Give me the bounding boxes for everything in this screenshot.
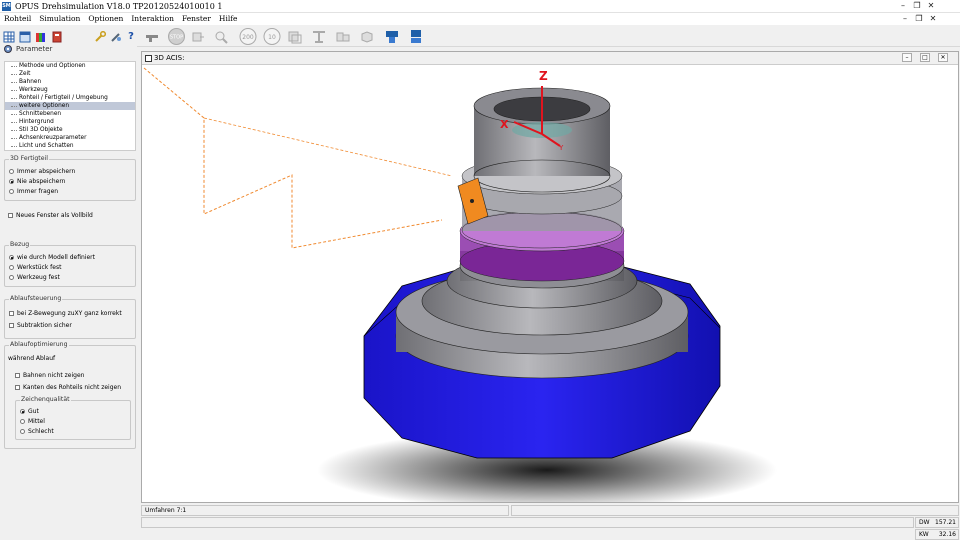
stop-button[interactable]: STOP: [167, 28, 185, 45]
axis-label-x: X: [500, 118, 509, 131]
status-empty: [511, 505, 959, 516]
axis-label-y: Y: [558, 144, 564, 152]
radio-modell[interactable]: wie durch Modell definiert: [9, 254, 95, 261]
minimize-icon[interactable]: –: [896, 0, 910, 11]
viewport-titlebar: 3D ACIS: – □ ✕: [142, 52, 958, 65]
checkbox-subtraktion[interactable]: Subtraktion sicher: [9, 322, 72, 329]
mdi-restore-icon[interactable]: ❐: [912, 13, 926, 24]
tool-path-2: [203, 117, 453, 177]
axis-label-z: Z: [539, 69, 548, 83]
machine-export-icon[interactable]: [407, 28, 425, 45]
menu-interaktion[interactable]: Interaktion: [127, 13, 178, 25]
zoom-icon[interactable]: [213, 28, 229, 45]
tree-item-zeit[interactable]: Zeit: [5, 70, 135, 78]
group-title: Ablaufsteuerung: [9, 295, 63, 302]
speed-200-label: 200: [242, 34, 254, 41]
panel-header: Parameter: [0, 43, 137, 55]
restore-icon[interactable]: ❐: [910, 0, 924, 11]
tool-path: [143, 67, 443, 249]
group-zeichenqualitaet: Zeichenqualität Gut Mittel Schlecht: [15, 396, 131, 440]
subtitle-waehrend-ablauf: während Ablauf: [8, 355, 56, 362]
radio-gut[interactable]: Gut: [20, 408, 39, 415]
pistol-icon[interactable]: [144, 28, 162, 45]
tree-item-achsenkreuz[interactable]: Achsenkreuzparameter: [5, 134, 135, 142]
close-icon[interactable]: ✕: [924, 0, 938, 11]
speed-200-button[interactable]: 200: [238, 28, 258, 45]
menu-optionen[interactable]: Optionen: [84, 13, 127, 25]
parameter-panel: Parameter Methode und Optionen Zeit Bahn…: [0, 43, 137, 540]
window-title: OPUS Drehsimulation V18.0 TP201205240100…: [15, 2, 223, 11]
kw-readout: KW 32.16: [915, 529, 959, 540]
view-iso-icon[interactable]: [358, 28, 376, 45]
vp-close-icon[interactable]: ✕: [938, 53, 948, 62]
group-ablaufsteuerung: Ablaufsteuerung bei Z-Bewegung zuXY ganz…: [4, 295, 136, 339]
radio-nie-abspeichern[interactable]: Nie abspeichern: [9, 178, 66, 185]
radio-werkstueck[interactable]: Werkstück fest: [9, 264, 61, 271]
dw-readout: DW 157.21: [915, 517, 959, 528]
tree-item-rohteil[interactable]: Rohteil / Fertigteil / Umgebung: [5, 94, 135, 102]
tree-item-stil[interactable]: Stil 3D Objekte: [5, 126, 135, 134]
view-top-icon[interactable]: [310, 28, 328, 45]
tree-item-bahnen[interactable]: Bahnen: [5, 78, 135, 86]
title-bar: SM OPUS Drehsimulation V18.0 TP201205240…: [0, 0, 960, 13]
tree-item-weitere-optionen[interactable]: weitere Optionen: [5, 102, 135, 110]
step-icon[interactable]: [190, 28, 206, 45]
group-title: Ablaufoptimierung: [9, 341, 69, 348]
group-title: Bezug: [9, 241, 31, 248]
checkbox-z-bewegung[interactable]: bei Z-Bewegung zuXY ganz korrekt: [9, 310, 122, 317]
toolbar: ? STOP 200 10: [0, 25, 960, 47]
stop-label: STOP: [169, 35, 182, 41]
menu-bar: Rohteil Simulation Optionen Interaktion …: [0, 13, 960, 25]
view-side-icon[interactable]: [334, 28, 352, 45]
machine-icon[interactable]: [383, 28, 401, 45]
menu-hilfe[interactable]: Hilfe: [215, 13, 242, 25]
parameter-tree: Methode und Optionen Zeit Bahnen Werkzeu…: [4, 61, 136, 151]
group-3d-fertigteil: 3D Fertigteil Immer abspeichern Nie absp…: [4, 155, 136, 201]
radio-schlecht[interactable]: Schlecht: [20, 428, 54, 435]
panel-title: Parameter: [16, 45, 53, 53]
window-icon: [145, 55, 152, 62]
viewport-title: 3D ACIS:: [154, 54, 185, 62]
kw-value: 32.16: [938, 531, 956, 538]
status-bar-row2: [141, 517, 914, 528]
view-front-icon[interactable]: [286, 28, 304, 45]
menu-rohteil[interactable]: Rohteil: [0, 13, 35, 25]
viewport-window: 3D ACIS: – □ ✕ Z X Y: [141, 51, 959, 503]
checkbox-bahnen-nicht-zeigen[interactable]: Bahnen nicht zeigen: [15, 372, 84, 379]
group-title: Zeichenqualität: [20, 396, 71, 403]
speed-10-label: 10: [268, 34, 276, 41]
vp-restore-icon[interactable]: □: [920, 53, 930, 62]
radio-mittel[interactable]: Mittel: [20, 418, 45, 425]
checkbox-vollbild[interactable]: Neues Fenster als Vollbild: [8, 212, 93, 219]
vp-minimize-icon[interactable]: –: [902, 53, 912, 62]
tree-item-licht[interactable]: Licht und Schatten: [5, 142, 135, 150]
menu-fenster[interactable]: Fenster: [178, 13, 215, 25]
status-message: Umfahren 7:1: [141, 505, 509, 516]
radio-werkzeug[interactable]: Werkzeug fest: [9, 274, 60, 281]
group-ablaufoptimierung: Ablaufoptimierung während Ablauf Bahnen …: [4, 341, 136, 449]
dw-label: DW: [919, 519, 930, 526]
tree-item-methode[interactable]: Methode und Optionen: [5, 62, 135, 70]
dw-value: 157.21: [935, 519, 956, 526]
tree-item-werkzeug[interactable]: Werkzeug: [5, 86, 135, 94]
mdi-close-icon[interactable]: ✕: [926, 13, 940, 24]
window-controls: – ❐ ✕: [896, 0, 938, 11]
gear-icon: [4, 45, 12, 53]
menu-simulation[interactable]: Simulation: [35, 13, 84, 25]
radio-immer-fragen[interactable]: Immer fragen: [9, 188, 58, 195]
app-icon: SM: [2, 2, 11, 11]
radio-immer-abspeichern[interactable]: Immer abspeichern: [9, 168, 75, 175]
speed-10-button[interactable]: 10: [262, 28, 282, 45]
checkbox-kanten-nicht-zeigen[interactable]: Kanten des Rohteils nicht zeigen: [15, 384, 121, 391]
group-title: 3D Fertigteil: [9, 155, 49, 162]
mdi-minimize-icon[interactable]: –: [898, 13, 912, 24]
group-bezug: Bezug wie durch Modell definiert Werkstü…: [4, 241, 136, 287]
tree-item-hintergrund[interactable]: Hintergrund: [5, 118, 135, 126]
tree-item-schnittebenen[interactable]: Schnittebenen: [5, 110, 135, 118]
kw-label: KW: [919, 531, 929, 538]
status-bar: Umfahren 7:1 DW 157.21 KW 32.16: [141, 505, 960, 540]
3d-scene[interactable]: Z X Y: [142, 66, 958, 502]
